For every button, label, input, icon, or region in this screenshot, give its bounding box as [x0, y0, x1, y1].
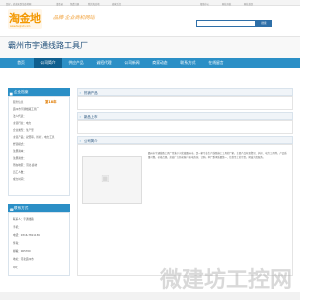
footer [0, 292, 300, 300]
member-years: 第18年 [45, 100, 57, 104]
contact-qq: QQ： [13, 266, 20, 269]
info-type: 企业类型：生产型 [13, 129, 34, 132]
search-input[interactable] [196, 20, 256, 27]
nav-item-updates[interactable]: 商家动态 [146, 58, 174, 68]
new-products-header: › 新品上市 [77, 112, 293, 120]
info-company-name: 霸州市宇通线路工具厂 [13, 108, 39, 111]
contact-phone: 电话：0316-7811136 [13, 234, 40, 237]
info-legal-rep: 法人代表： [13, 115, 26, 118]
info-products: 主营产品：双臂吊，扒杆，电力工具 [13, 136, 55, 139]
company-intro-text: 霸州市宇通线路工具厂坐落于河北省霸州市，是一家专业生产线路施工工具的厂家，主要产… [148, 152, 287, 159]
info-reg-funds: 注册资金： [13, 157, 26, 160]
nav-item-home[interactable]: 首页 [8, 58, 34, 68]
welcome-text: 您好，欢迎来到淘金地网 [6, 2, 32, 6]
company-info-header: ■ 企业档案 [8, 88, 70, 96]
company-info-panel: 服务信息 第18年 霸州市宇通线路工具厂 法人代表： 主营行业：电力 企业类型：… [8, 96, 70, 196]
help-center-link[interactable]: 帮助中心 [200, 2, 209, 6]
hot-products-title: 热销产品 [84, 91, 98, 95]
info-model: 经营模式： [13, 143, 26, 146]
info-founded: 成立时间： [13, 178, 26, 181]
about-header: › 公司简介 [77, 136, 293, 144]
nav-item-agents[interactable]: 诚招代理 [90, 58, 118, 68]
contact-address: 地址：河北霸州市 [13, 258, 34, 261]
contact-zip: 邮编：065700 [13, 250, 31, 253]
main-nav: 首页 公司简介 供应产品 诚招代理 公司新闻 商家动态 联系方式 在线留言 [0, 58, 300, 68]
nav-item-message[interactable]: 在线留言 [202, 58, 230, 68]
merchant-backend-link[interactable]: 商家后台 [112, 2, 121, 6]
service-label: 服务信息 [13, 101, 24, 104]
company-title: 霸州市宇通线路工具厂 [8, 41, 88, 50]
info-capital: 注册资本： [13, 150, 26, 153]
new-products-title: 新品上市 [84, 115, 98, 119]
site-slogan: 品牌·企业商机网站 [53, 15, 95, 21]
hot-products-header: › 热销产品 [77, 88, 293, 96]
login-link[interactable]: 请登录 [56, 2, 63, 6]
site-navigation-link[interactable]: 网站导航 [222, 2, 231, 6]
nav-item-products[interactable]: 供应产品 [62, 58, 90, 68]
company-photo [82, 156, 142, 204]
logo-text[interactable]: 淘金地 [9, 10, 41, 26]
info-industry: 主营行业：电力 [13, 122, 32, 125]
info-staff: 员工人数： [13, 171, 26, 174]
nav-item-news[interactable]: 公司新闻 [118, 58, 146, 68]
contact-panel: 联系人：宇通线路 手机： 电话：0316-7811136 传真： 邮编：0657… [8, 212, 70, 276]
info-region: 所在地区：河北·廊坊 [13, 164, 38, 167]
contact-person: 联系人：宇通线路 [13, 218, 34, 221]
home-link[interactable]: 网站首页 [244, 2, 253, 6]
new-products-panel [77, 120, 293, 134]
my-account-link[interactable]: 我的淘金地 [88, 2, 100, 6]
photo-placeholder-logo: ▣ [101, 174, 110, 184]
hot-products-panel [77, 96, 293, 110]
nav-item-contact[interactable]: 联系方式 [174, 58, 202, 68]
contact-mobile: 手机： [13, 226, 21, 229]
watermark: 微建坊工控网 [160, 268, 293, 293]
contact-title: 联系方式 [14, 206, 29, 210]
about-title: 公司简介 [84, 139, 98, 143]
logo-url: www.taojindi.com [10, 25, 31, 28]
company-info-title: 企业档案 [14, 90, 29, 94]
search-button[interactable]: 搜索 [256, 20, 272, 27]
contact-header: ☎ 联系方式 [8, 204, 70, 212]
nav-item-about[interactable]: 公司简介 [34, 58, 62, 68]
contact-fax: 传真： [13, 242, 21, 245]
register-link[interactable]: 免费注册 [70, 2, 79, 6]
